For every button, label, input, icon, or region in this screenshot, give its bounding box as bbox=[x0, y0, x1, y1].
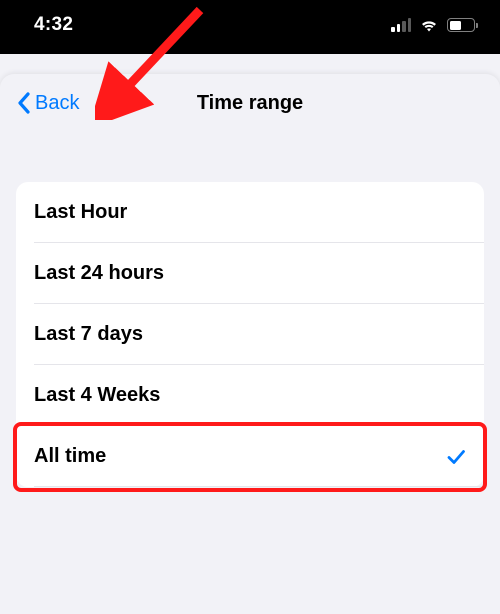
time-range-list: Last Hour Last 24 hours Last 7 days Last… bbox=[16, 182, 484, 487]
option-label: Last 24 hours bbox=[34, 262, 164, 285]
checkmark-icon bbox=[446, 447, 466, 467]
battery-icon bbox=[447, 18, 478, 32]
page-title: Time range bbox=[197, 92, 303, 115]
cellular-signal-icon bbox=[391, 18, 411, 32]
option-label: Last 4 Weeks bbox=[34, 384, 160, 407]
status-time: 4:32 bbox=[34, 14, 73, 36]
option-last-24-hours[interactable]: Last 24 hours bbox=[16, 243, 484, 304]
option-last-4-weeks[interactable]: Last 4 Weeks bbox=[16, 365, 484, 426]
option-label: All time bbox=[34, 445, 106, 468]
back-label: Back bbox=[35, 92, 79, 115]
option-label: Last Hour bbox=[34, 201, 127, 224]
back-button[interactable]: Back bbox=[16, 92, 79, 115]
status-icons bbox=[391, 18, 478, 33]
option-all-time[interactable]: All time bbox=[16, 426, 484, 487]
modal-sheet: Back Time range Last Hour Last 24 hours … bbox=[0, 74, 500, 614]
wifi-icon bbox=[419, 18, 439, 33]
status-bar: 4:32 bbox=[0, 0, 500, 54]
option-last-7-days[interactable]: Last 7 days bbox=[16, 304, 484, 365]
option-label: Last 7 days bbox=[34, 323, 143, 346]
option-last-hour[interactable]: Last Hour bbox=[16, 182, 484, 243]
nav-header: Back Time range bbox=[0, 74, 500, 132]
chevron-left-icon bbox=[16, 92, 31, 114]
